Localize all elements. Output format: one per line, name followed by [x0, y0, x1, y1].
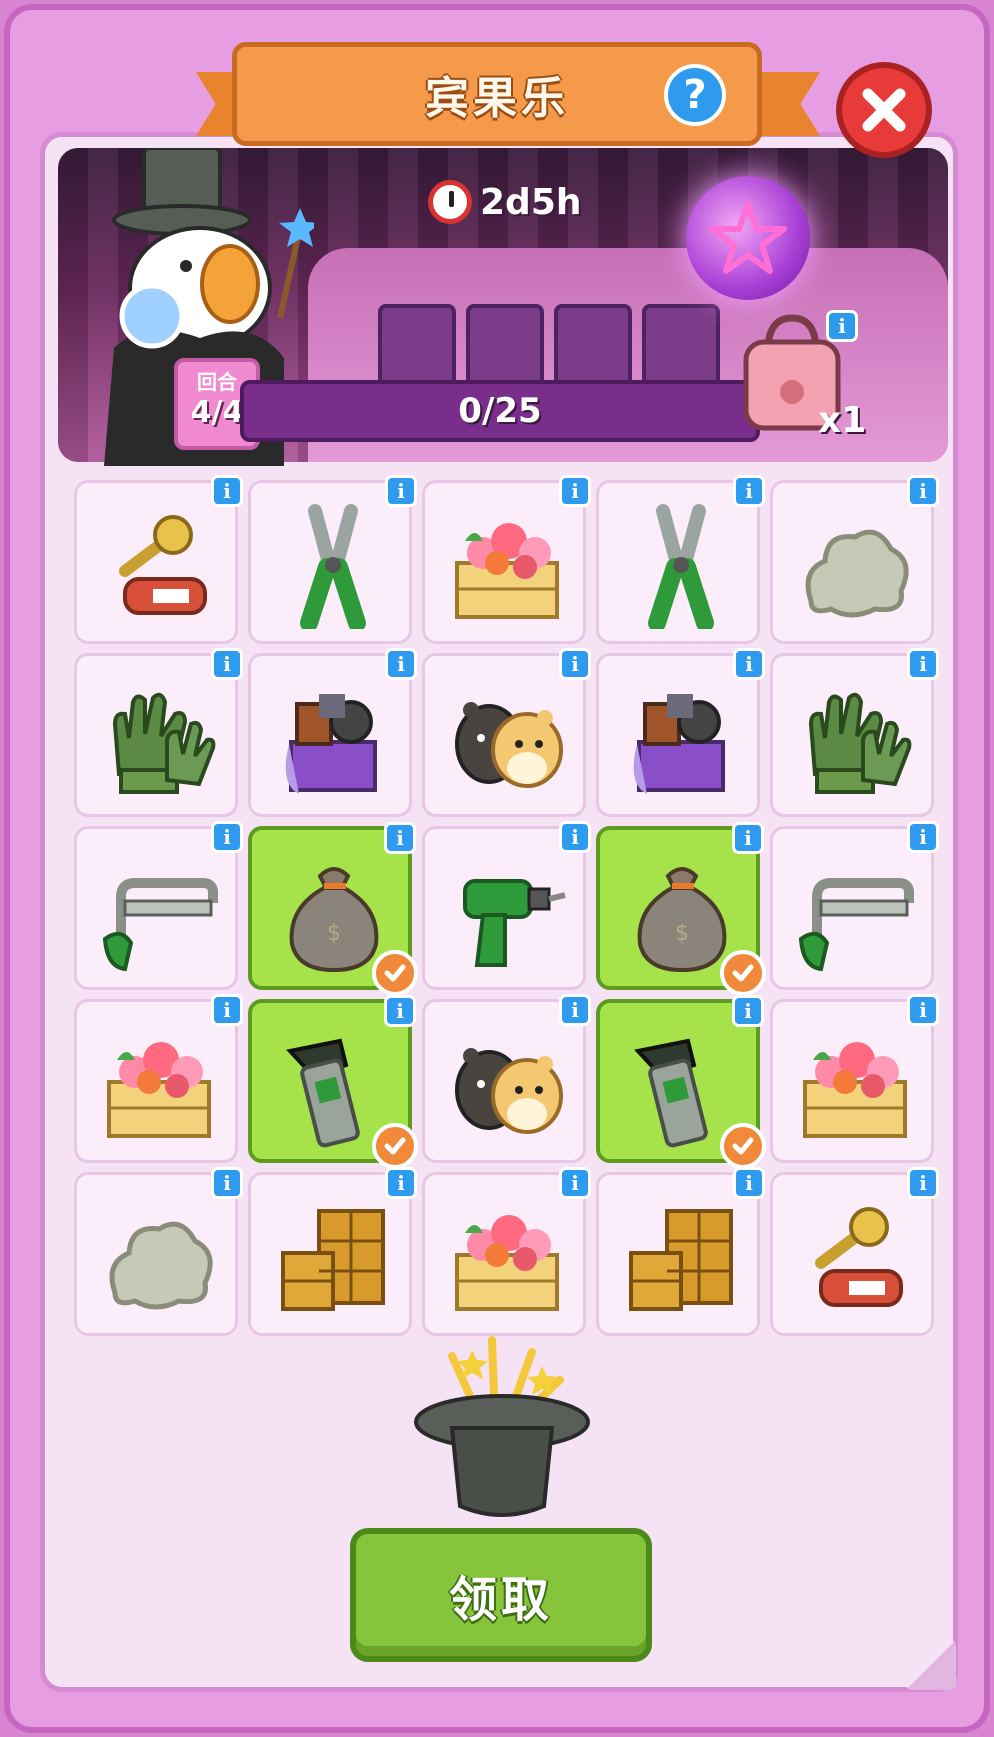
bingo-cell[interactable]: i	[770, 648, 939, 817]
claim-button[interactable]: 领取	[350, 1528, 652, 1662]
pliers-icon	[300, 504, 366, 629]
checkmark-icon	[720, 950, 766, 996]
bingo-cell[interactable]: i	[74, 821, 243, 990]
page-curl	[906, 1640, 956, 1690]
bingo-cell[interactable]: i	[248, 475, 417, 644]
bingo-cell[interactable]: i	[248, 1167, 417, 1336]
timer-text: 2d5h	[480, 181, 582, 223]
info-icon[interactable]: i	[385, 1167, 417, 1199]
checkmark-icon	[720, 1123, 766, 1169]
bingo-cell[interactable]: i	[770, 821, 939, 990]
bingo-cell[interactable]: i	[74, 648, 243, 817]
magic-hat-icon	[414, 1336, 590, 1517]
info-icon[interactable]: i	[907, 821, 939, 853]
rock-pile-icon	[109, 1221, 213, 1310]
tarot-card	[554, 304, 632, 390]
bingo-cell[interactable]: i	[422, 475, 591, 644]
flower-crate-icon	[803, 1042, 907, 1138]
flower-crate-icon	[455, 523, 559, 619]
info-icon[interactable]: i	[907, 475, 939, 507]
info-icon[interactable]: i	[559, 1167, 591, 1199]
bingo-cell[interactable]: i	[596, 475, 765, 644]
bingo-cell[interactable]: i	[74, 994, 243, 1163]
hamsters-icon	[455, 1048, 563, 1134]
checkmark-icon	[372, 1123, 418, 1169]
page-title: 宾果乐	[425, 73, 569, 124]
tarot-card	[378, 304, 456, 390]
junk-box-icon	[633, 694, 725, 794]
info-icon[interactable]: i	[384, 995, 416, 1027]
info-icon[interactable]: i	[907, 994, 939, 1026]
bingo-cell[interactable]: $ i	[596, 822, 766, 996]
bingo-cell[interactable]: i	[422, 994, 591, 1163]
close-icon	[862, 88, 906, 132]
info-icon[interactable]: i	[907, 1167, 939, 1199]
info-icon[interactable]: i	[559, 821, 591, 853]
bingo-cell[interactable]: $ i	[248, 822, 418, 996]
tarot-card	[642, 304, 720, 390]
star-orb-icon[interactable]	[686, 176, 810, 300]
bingo-cell[interactable]: i	[422, 1167, 591, 1336]
bingo-cell[interactable]: i	[596, 995, 766, 1169]
svg-text:$: $	[327, 921, 341, 946]
close-button[interactable]	[836, 62, 932, 158]
key-tag-icon	[119, 515, 207, 615]
info-icon[interactable]: i	[733, 648, 765, 680]
hamsters-icon	[455, 702, 563, 788]
info-icon[interactable]: i	[384, 822, 416, 854]
flower-crate-icon	[455, 1215, 559, 1311]
info-icon[interactable]: i	[211, 1167, 243, 1199]
bingo-cell[interactable]: i	[74, 1167, 243, 1336]
svg-text:$: $	[675, 921, 689, 946]
bingo-cell[interactable]: i	[422, 648, 591, 817]
bingo-cell[interactable]: i	[74, 475, 243, 644]
info-icon[interactable]: i	[559, 475, 591, 507]
drawer-cabinets-icon	[281, 1209, 385, 1311]
bingo-cell[interactable]: i	[248, 995, 418, 1169]
progress-text: 0/25	[458, 391, 542, 431]
clock-icon	[428, 180, 472, 224]
bingo-cell[interactable]: i	[248, 648, 417, 817]
event-timer: 2d5h	[428, 180, 582, 224]
work-gloves-icon	[808, 692, 912, 794]
info-icon[interactable]: i	[826, 310, 858, 342]
bingo-cell[interactable]: i	[422, 821, 591, 990]
flower-crate-icon	[107, 1042, 211, 1138]
info-icon[interactable]: i	[211, 475, 243, 507]
info-icon[interactable]: i	[732, 822, 764, 854]
bag-count: x1	[818, 400, 867, 441]
claim-label: 领取	[448, 1572, 553, 1628]
info-icon[interactable]: i	[732, 995, 764, 1027]
info-icon[interactable]: i	[385, 475, 417, 507]
hacksaw-icon	[798, 878, 914, 972]
tarot-card	[466, 304, 544, 390]
bingo-cell[interactable]: i	[770, 475, 939, 644]
bingo-cell[interactable]: i	[770, 1167, 939, 1336]
work-gloves-icon	[112, 692, 216, 794]
question-icon[interactable]: ?	[664, 64, 726, 126]
drawer-cabinets-icon	[629, 1209, 733, 1311]
info-icon[interactable]: i	[733, 475, 765, 507]
info-icon[interactable]: i	[907, 648, 939, 680]
info-icon[interactable]: i	[559, 648, 591, 680]
info-icon[interactable]: i	[559, 994, 591, 1026]
power-drill-icon	[463, 879, 566, 967]
progress-bar: 0/25	[240, 380, 760, 442]
checkmark-icon	[372, 950, 418, 996]
rock-pile-icon	[805, 529, 909, 618]
bingo-cell[interactable]: i	[596, 1167, 765, 1336]
bingo-cell[interactable]: i	[770, 994, 939, 1163]
info-icon[interactable]: i	[733, 1167, 765, 1199]
info-icon[interactable]: i	[385, 648, 417, 680]
info-icon[interactable]: i	[211, 994, 243, 1026]
hacksaw-icon	[102, 878, 218, 972]
info-icon[interactable]: i	[211, 821, 243, 853]
key-tag-icon	[815, 1207, 903, 1307]
info-icon[interactable]: i	[211, 648, 243, 680]
pliers-icon	[648, 504, 714, 629]
junk-box-icon	[285, 694, 377, 794]
bingo-cell[interactable]: i	[596, 648, 765, 817]
